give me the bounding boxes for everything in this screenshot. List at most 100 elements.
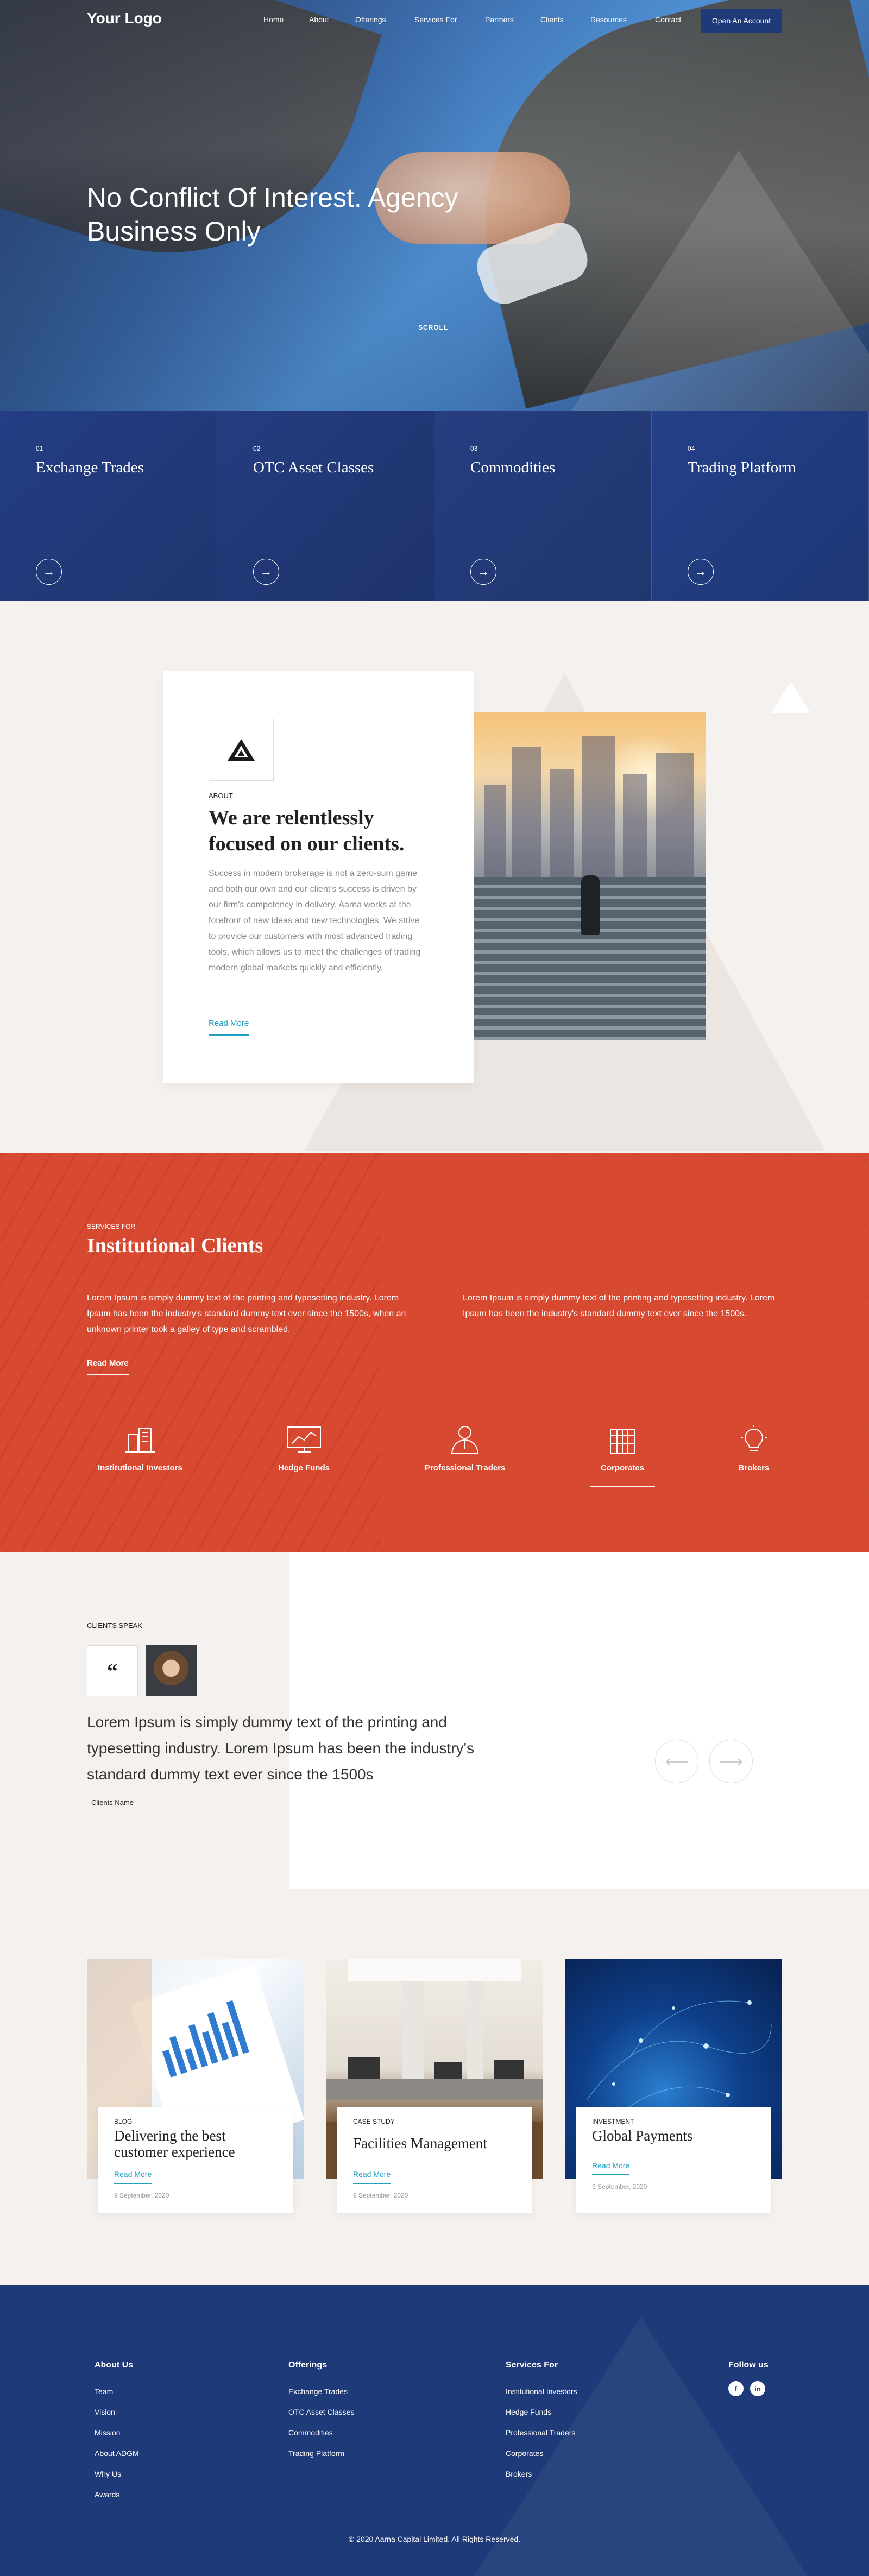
testimonial-label: CLIENTS SPEAK — [87, 1621, 142, 1630]
footer-follow-column: Follow us f in — [728, 2360, 769, 2396]
nav-contact[interactable]: Contact — [655, 15, 681, 24]
footer-link-awards[interactable]: Awards — [95, 2484, 139, 2505]
service-hedge-funds[interactable]: Hedge Funds — [278, 1425, 330, 1473]
service-corporates[interactable]: Corporates — [590, 1425, 656, 1487]
testimonial-client-name: - Clients Name — [87, 1798, 134, 1807]
nav-resources[interactable]: Resources — [590, 15, 627, 24]
service-label: Hedge Funds — [278, 1463, 330, 1473]
lightbulb-icon — [741, 1425, 767, 1451]
scroll-indicator[interactable]: SCROLL — [418, 324, 448, 331]
offering-card[interactable]: 01 Exchange Trades → — [0, 411, 217, 601]
services-title: Institutional Clients — [87, 1234, 263, 1257]
about-title: We are relentlessly focused on our clien… — [209, 806, 405, 855]
footer-link-team[interactable]: Team — [95, 2381, 139, 2402]
footer-column-title: Follow us — [728, 2360, 769, 2370]
blog-read-more-link[interactable]: Read More — [353, 2170, 391, 2184]
offering-title: Exchange Trades — [36, 459, 144, 476]
footer-link-otc-asset-classes[interactable]: OTC Asset Classes — [288, 2402, 354, 2422]
nav-clients[interactable]: Clients — [540, 15, 564, 24]
services-label: SERVICES FOR — [87, 1223, 136, 1230]
blog-title: Global Payments — [592, 2127, 693, 2144]
offering-number: 03 — [470, 445, 478, 452]
blog-card[interactable]: CASE STUDY Facilities Management Read Mo… — [337, 2107, 532, 2213]
blog-category: INVESTMENT — [592, 2118, 634, 2125]
arrow-right-icon[interactable]: → — [253, 559, 279, 585]
blog-card[interactable]: BLOG Delivering the best customer experi… — [98, 2107, 293, 2213]
offering-number: 01 — [36, 445, 43, 452]
company-logo-mark — [209, 719, 274, 781]
open-account-button[interactable]: Open An Account — [701, 9, 782, 33]
blog-date: 9 September, 2020 — [353, 2192, 408, 2199]
services-text-left: Lorem Ipsum is simply dummy text of the … — [87, 1293, 406, 1334]
about-image-stairs — [474, 712, 706, 1040]
about-label: ABOUT — [209, 792, 233, 800]
linkedin-icon[interactable]: in — [750, 2381, 765, 2396]
footer-about-column: About Us Team Vision Mission About ADGM … — [95, 2360, 139, 2505]
footer-link-why-us[interactable]: Why Us — [95, 2464, 139, 2484]
client-avatar — [146, 1645, 197, 1696]
building-icon — [610, 1429, 635, 1454]
offering-title: Trading Platform — [688, 459, 796, 476]
blog-title: Facilities Management — [353, 2135, 487, 2151]
blog-category: CASE STUDY — [353, 2118, 395, 2125]
top-navigation: Your Logo Home About Offerings Services … — [0, 0, 869, 41]
quote-icon: “ — [87, 1645, 138, 1696]
blog-title: Delivering the best customer experience — [114, 2127, 235, 2160]
footer-link-institutional-investors[interactable]: Institutional Investors — [506, 2381, 577, 2402]
offering-card[interactable]: 04 Trading Platform → — [652, 411, 869, 601]
footer-link-brokers[interactable]: Brokers — [506, 2464, 577, 2484]
nav-about[interactable]: About — [309, 15, 329, 24]
offering-card[interactable]: 03 Commodities → — [434, 411, 652, 601]
footer-link-vision[interactable]: Vision — [95, 2402, 139, 2422]
footer-column-title: Services For — [506, 2360, 558, 2370]
about-decorative-triangle-small — [771, 681, 810, 713]
footer-link-corporates[interactable]: Corporates — [506, 2443, 577, 2464]
service-label: Professional Traders — [425, 1463, 506, 1473]
footer-link-mission[interactable]: Mission — [95, 2422, 139, 2443]
offering-title: OTC Asset Classes — [253, 459, 374, 476]
site-logo[interactable]: Your Logo — [87, 10, 162, 27]
facebook-icon[interactable]: f — [728, 2381, 744, 2396]
testimonial-quote: Lorem Ipsum is simply dummy text of the … — [87, 1714, 474, 1783]
blog-date: 9 September, 2020 — [114, 2192, 169, 2199]
nav-home[interactable]: Home — [263, 15, 284, 24]
footer-link-about-adgm[interactable]: About ADGM — [95, 2443, 139, 2464]
blog-read-more-link[interactable]: Read More — [114, 2170, 152, 2184]
about-text: Success in modern brokerage is not a zer… — [209, 869, 421, 973]
footer-link-professional-traders[interactable]: Professional Traders — [506, 2422, 577, 2443]
institution-icon — [124, 1428, 155, 1453]
next-arrow-icon[interactable]: ⟶ — [709, 1740, 753, 1783]
about-read-more-link[interactable]: Read More — [209, 1019, 249, 1036]
service-label: Corporates — [590, 1463, 656, 1487]
offerings-strip: 01 Exchange Trades → 02 OTC Asset Classe… — [0, 411, 869, 601]
offering-title: Commodities — [470, 459, 556, 476]
services-section: SERVICES FOR Institutional Clients Lorem… — [0, 1153, 869, 1552]
blog-card[interactable]: INVESTMENT Global Payments Read More 9 S… — [576, 2107, 771, 2213]
nav-offerings[interactable]: Offerings — [355, 15, 386, 24]
service-professional-traders[interactable]: Professional Traders — [425, 1425, 505, 1473]
service-label: Institutional Investors — [98, 1463, 182, 1473]
arrow-right-icon[interactable]: → — [36, 559, 62, 585]
footer-link-trading-platform[interactable]: Trading Platform — [288, 2443, 354, 2464]
chart-icon — [287, 1426, 321, 1453]
man-walking-figure — [581, 875, 600, 935]
nav-services-for[interactable]: Services For — [414, 15, 457, 24]
social-links: f in — [728, 2381, 769, 2396]
service-institutional-investors[interactable]: Institutional Investors — [98, 1425, 182, 1473]
arrow-right-icon[interactable]: → — [470, 559, 496, 585]
services-read-more-link[interactable]: Read More — [87, 1359, 129, 1375]
blog-read-more-link[interactable]: Read More — [592, 2161, 630, 2175]
footer-link-commodities[interactable]: Commodities — [288, 2422, 354, 2443]
blog-date: 9 September, 2020 — [592, 2183, 647, 2190]
nav-partners[interactable]: Partners — [485, 15, 514, 24]
previous-arrow-icon[interactable]: ⟵ — [655, 1740, 698, 1783]
footer-column-title: About Us — [95, 2360, 134, 2370]
service-brokers[interactable]: Brokers — [736, 1425, 771, 1473]
footer-link-hedge-funds[interactable]: Hedge Funds — [506, 2402, 577, 2422]
footer-link-exchange-trades[interactable]: Exchange Trades — [288, 2381, 354, 2402]
hero-section: Your Logo Home About Offerings Services … — [0, 0, 869, 411]
copyright-text: © 2020 Aarna Capital Limited. All Rights… — [348, 2535, 521, 2543]
offering-card[interactable]: 02 OTC Asset Classes → — [217, 411, 434, 601]
blog-category: BLOG — [114, 2118, 133, 2125]
arrow-right-icon[interactable]: → — [688, 559, 714, 585]
